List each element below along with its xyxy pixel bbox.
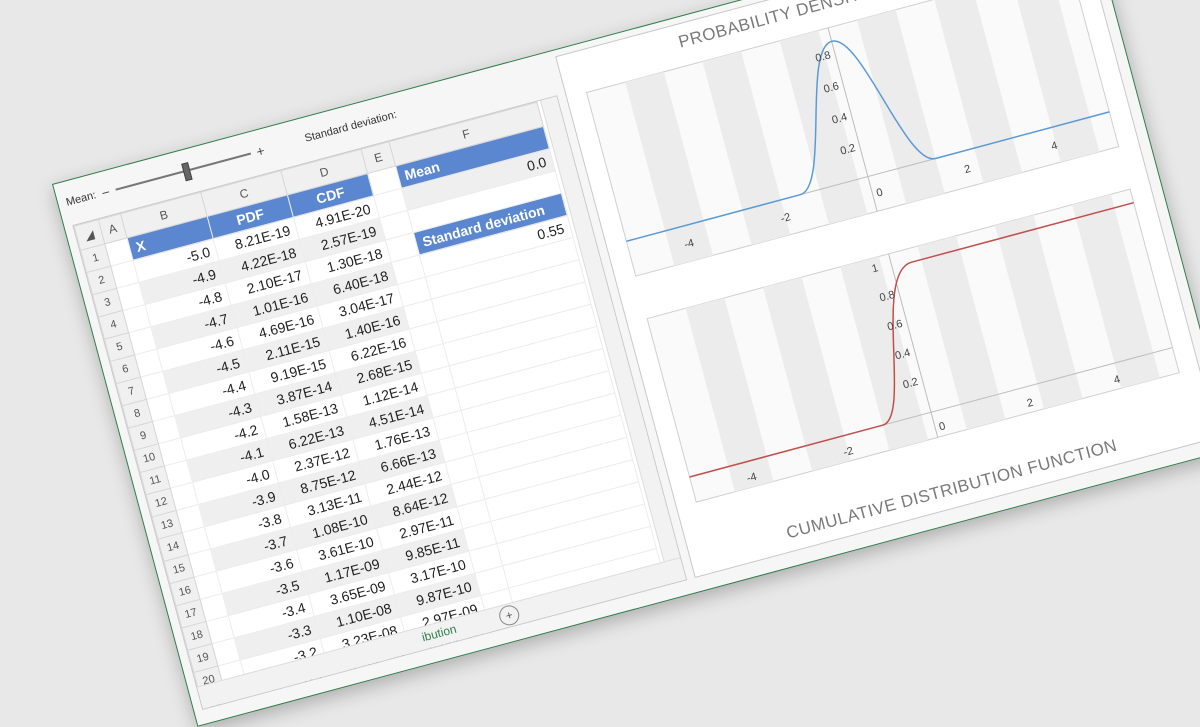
sheet-tab[interactable]: ibution [420, 622, 458, 645]
std-label: Standard deviation: [303, 108, 399, 145]
mean-label: Mean: [64, 189, 98, 209]
app-stage: Mean: − + Standard deviation: ◢ A B C D … [0, 0, 1200, 727]
spreadsheet-window: Mean: − + Standard deviation: ◢ A B C D … [52, 0, 1200, 727]
mean-plus-button[interactable]: + [254, 142, 266, 160]
mean-slider-thumb[interactable] [180, 162, 193, 182]
mean-minus-button[interactable]: − [100, 184, 112, 202]
add-sheet-button[interactable]: + [496, 603, 522, 628]
